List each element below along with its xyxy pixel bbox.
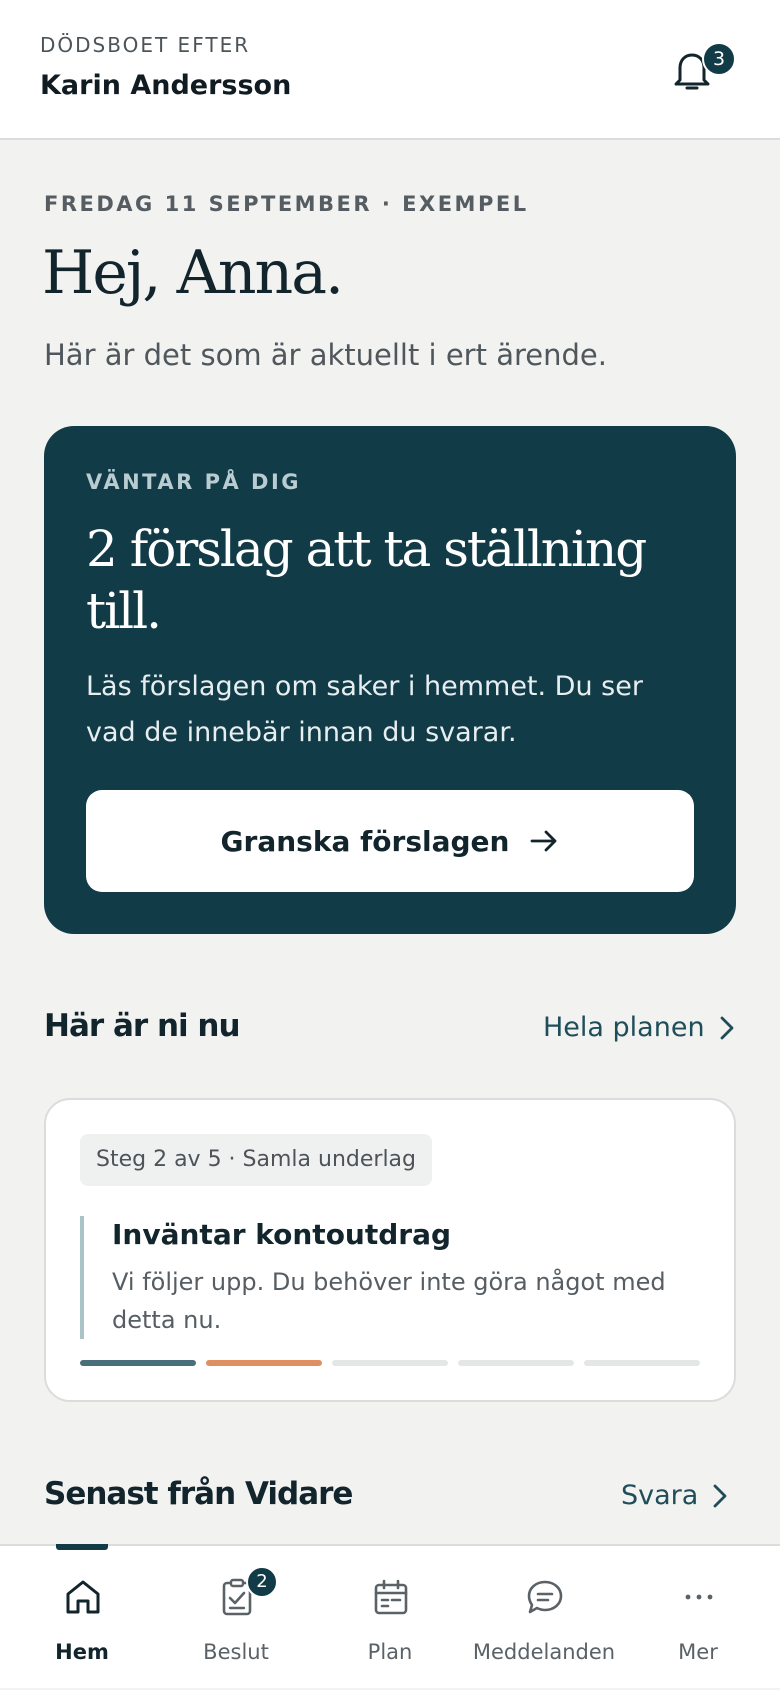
app-header: DÖDSBOET EFTER Karin Andersson 3	[0, 0, 780, 140]
status-block: Inväntar kontoutdrag Vi följer upp. Du b…	[80, 1216, 712, 1339]
tab-home[interactable]: Hem	[4, 1546, 160, 1690]
progress-segment	[458, 1360, 574, 1366]
tab-label: Mer	[678, 1640, 718, 1664]
full-plan-link[interactable]: Hela planen	[543, 1012, 735, 1043]
review-proposals-button[interactable]: Granska förslagen	[86, 790, 694, 892]
greeting-subtitle: Här är det som är aktuellt i ert ärende.	[44, 338, 607, 372]
calendar-icon	[374, 1579, 408, 1615]
reply-link-label: Svara	[621, 1480, 699, 1511]
review-proposals-label: Granska förslagen	[220, 824, 510, 858]
plan-section-title: Här är ni nu	[44, 1008, 241, 1044]
reply-link[interactable]: Svara	[621, 1480, 728, 1511]
tab-decisions[interactable]: 2 Beslut	[158, 1546, 314, 1690]
card-eyebrow: VÄNTAR PÅ DIG	[86, 470, 302, 494]
bottom-tab-bar: Hem 2 Beslut Plan Meddelanden Mer	[0, 1544, 780, 1688]
estate-label: DÖDSBOET EFTER	[40, 33, 251, 57]
progress-segment	[584, 1360, 700, 1366]
chat-bubble-icon	[527, 1580, 563, 1614]
decisions-badge: 2	[246, 1566, 278, 1598]
latest-section-title: Senast från Vidare	[44, 1476, 353, 1512]
more-dots-icon	[685, 1594, 713, 1600]
tab-plan[interactable]: Plan	[312, 1546, 468, 1690]
card-description: Läs förslagen om saker i hemmet. Du ser …	[86, 671, 643, 748]
status-text: Vi följer upp. Du behöver inte göra någo…	[112, 1268, 666, 1334]
tab-label: Hem	[55, 1640, 109, 1664]
tab-more[interactable]: Mer	[620, 1546, 776, 1690]
full-plan-link-label: Hela planen	[543, 1012, 705, 1043]
tab-label: Plan	[367, 1640, 413, 1664]
current-step-card[interactable]: Steg 2 av 5 · Samla underlag Inväntar ko…	[44, 1098, 736, 1402]
notification-count-badge: 3	[702, 42, 736, 76]
step-chip: Steg 2 av 5 · Samla underlag	[80, 1134, 432, 1186]
notifications-button[interactable]: 3	[672, 42, 736, 98]
progress-segment	[332, 1360, 448, 1366]
home-icon	[66, 1580, 100, 1614]
chevron-right-icon	[720, 1016, 733, 1039]
tab-label: Beslut	[203, 1640, 269, 1664]
card-title: 2 förslag att ta ställning till.	[86, 520, 647, 640]
greeting: Hej, Anna.	[42, 238, 344, 308]
pending-action-card: VÄNTAR PÅ DIG 2 förslag att ta ställning…	[44, 426, 736, 934]
tab-messages[interactable]: Meddelanden	[466, 1546, 622, 1690]
status-title: Inväntar kontoutdrag	[112, 1218, 452, 1251]
progress-segment	[80, 1360, 196, 1366]
arrow-right-icon	[531, 830, 557, 852]
progress-segment	[206, 1360, 322, 1366]
tab-label: Meddelanden	[472, 1640, 616, 1664]
chevron-right-icon	[713, 1484, 727, 1507]
step-progress-bar	[80, 1360, 700, 1366]
estate-name: Karin Andersson	[40, 70, 292, 101]
date-label: FREDAG 11 SEPTEMBER · EXEMPEL	[44, 192, 529, 216]
